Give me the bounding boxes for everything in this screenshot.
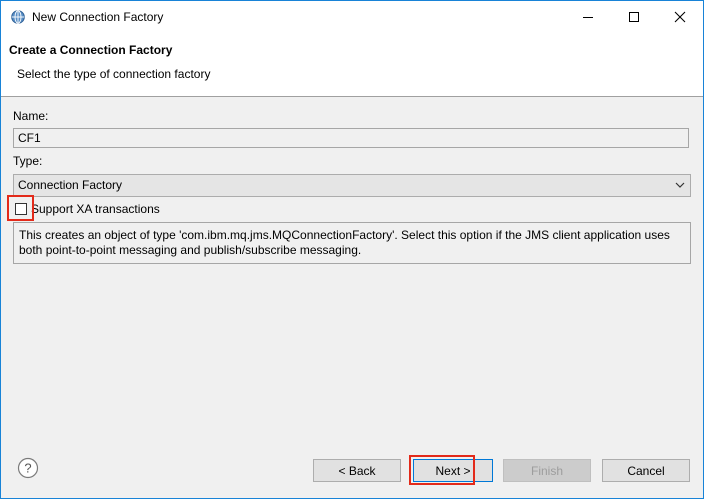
description-box: This creates an object of type 'com.ibm.… (13, 222, 691, 264)
next-button-highlight (409, 455, 475, 485)
chevron-down-icon (675, 182, 685, 188)
minimize-button[interactable] (565, 1, 611, 33)
connection-factory-icon (11, 10, 25, 24)
title-bar: New Connection Factory (1, 1, 703, 33)
close-icon (674, 11, 686, 23)
type-select-value: Connection Factory (18, 178, 123, 192)
type-label: Type: (13, 154, 43, 168)
page-subtitle: Select the type of connection factory (17, 67, 211, 81)
maximize-button[interactable] (611, 1, 657, 33)
type-select[interactable]: Connection Factory (13, 174, 691, 197)
name-label: Name: (13, 109, 49, 123)
window-title: New Connection Factory (32, 10, 164, 24)
maximize-icon (629, 12, 639, 22)
xa-transactions-label[interactable]: Support XA transactions (31, 202, 160, 216)
close-button[interactable] (657, 1, 703, 33)
page-title: Create a Connection Factory (9, 43, 173, 57)
header-banner: Create a Connection Factory Select the t… (1, 33, 703, 97)
name-field[interactable]: CF1 (13, 128, 689, 148)
cancel-button[interactable]: Cancel (602, 459, 690, 482)
svg-text:?: ? (24, 461, 31, 476)
minimize-icon (583, 17, 593, 18)
help-icon[interactable]: ? (17, 457, 39, 479)
dialog-window: New Connection Factory Create a Connecti… (0, 0, 704, 499)
checkbox-highlight (7, 195, 34, 221)
back-button[interactable]: < Back (313, 459, 401, 482)
finish-button[interactable]: Finish (503, 459, 591, 482)
